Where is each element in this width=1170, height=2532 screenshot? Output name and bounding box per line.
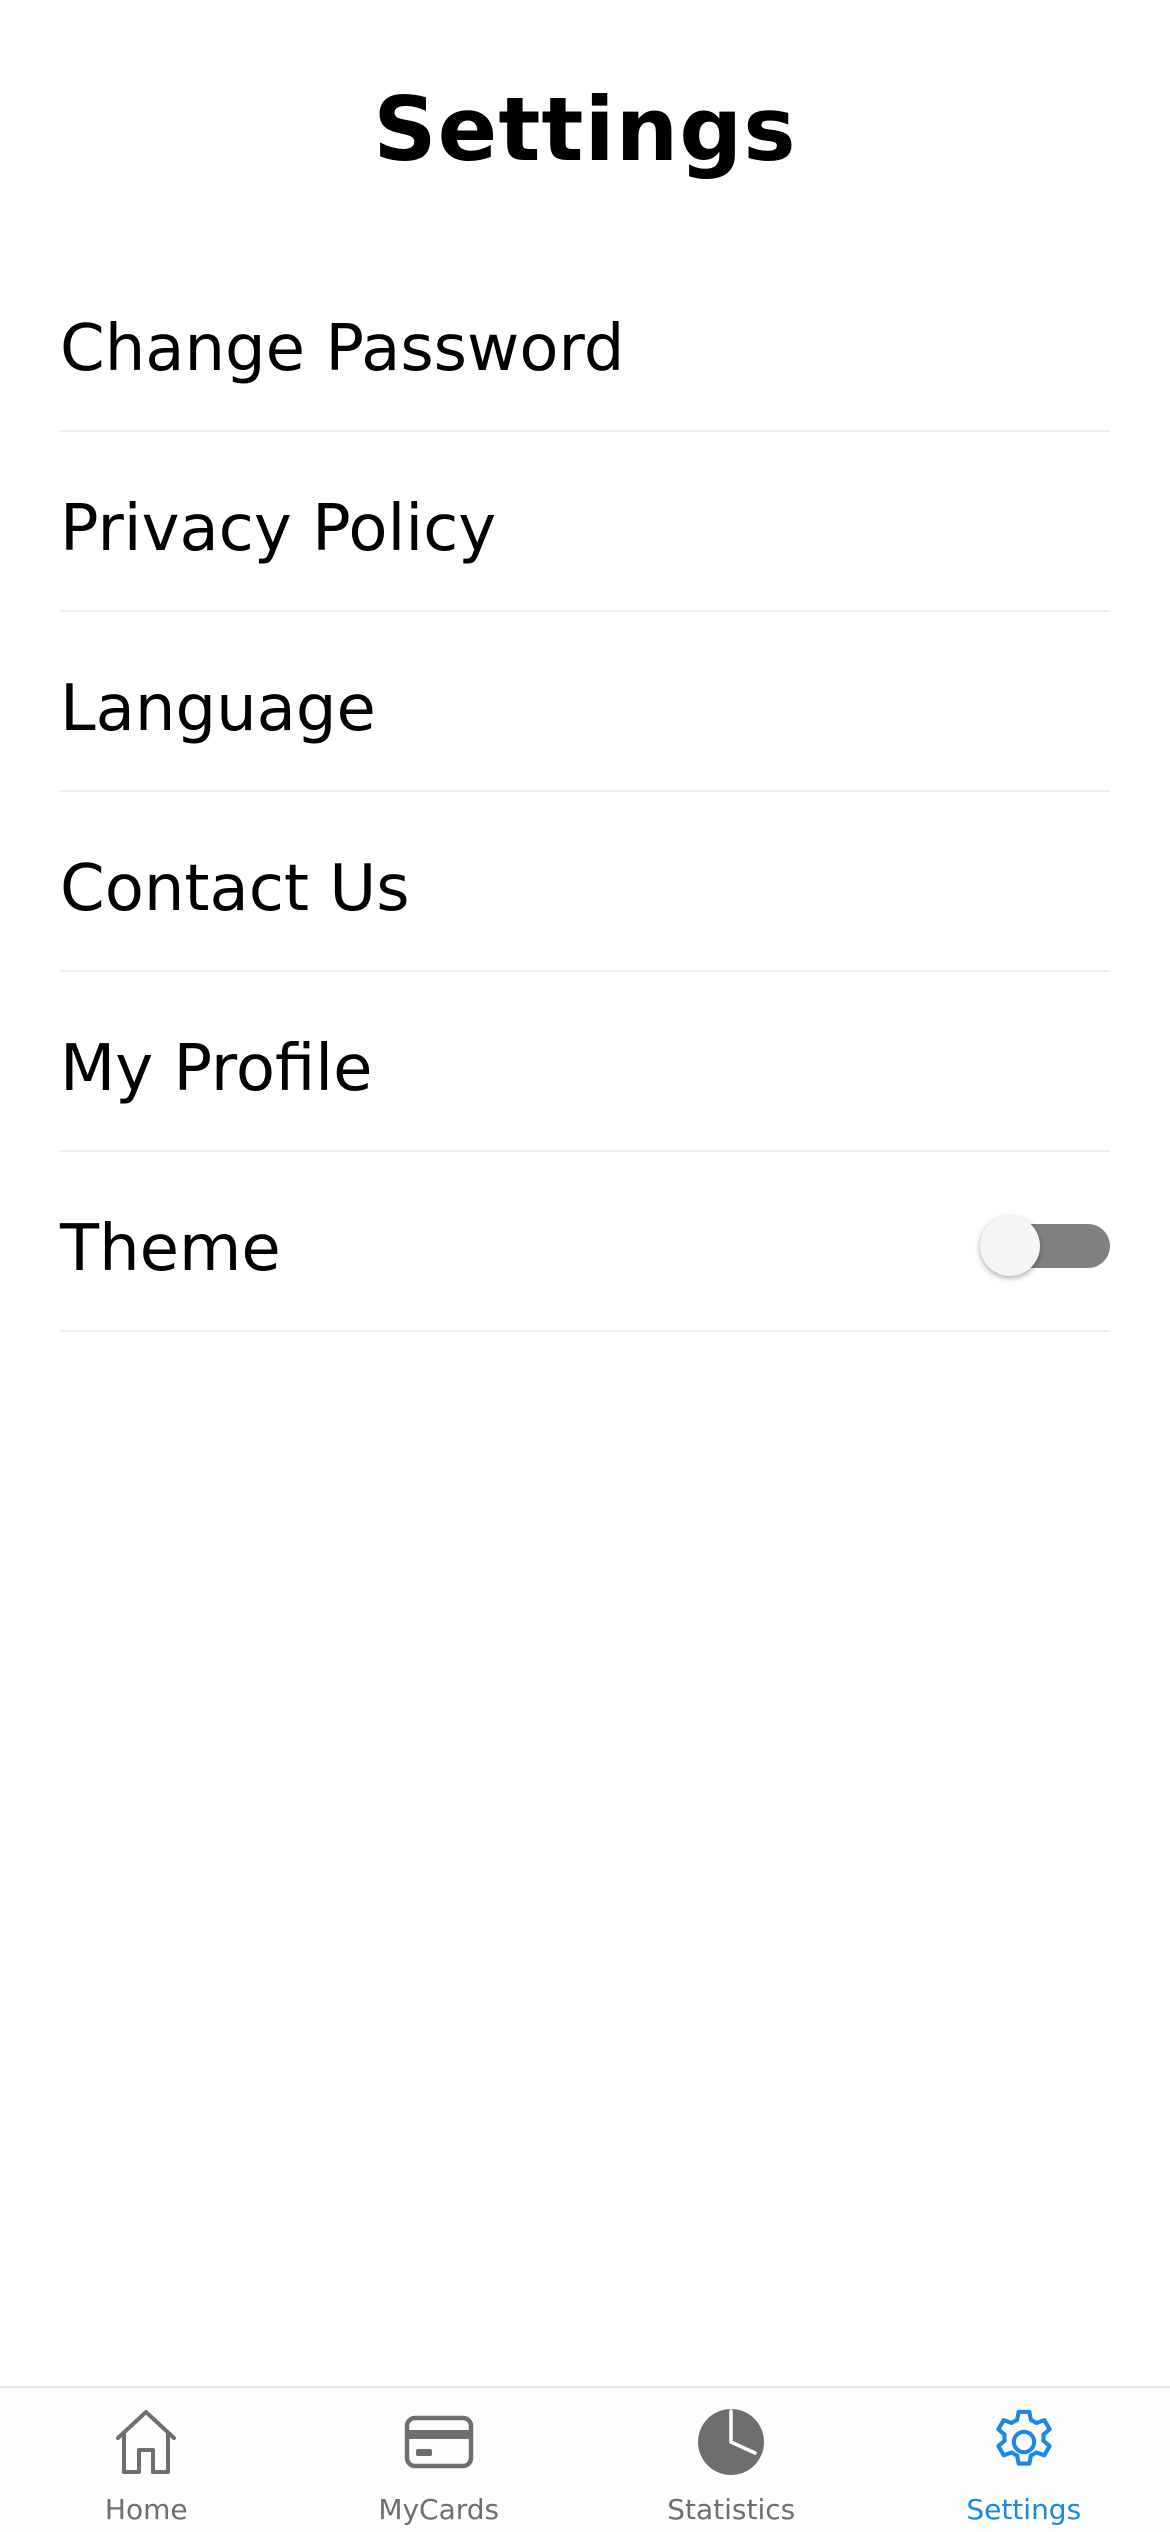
settings-item-my-profile[interactable]: My Profile [60, 972, 1110, 1152]
tab-label: Home [104, 2493, 188, 2526]
settings-item-contact-us[interactable]: Contact Us [60, 792, 1110, 972]
tab-mycards[interactable]: MyCards [293, 2388, 586, 2532]
settings-item-language[interactable]: Language [60, 612, 1110, 792]
card-icon [404, 2415, 473, 2469]
tab-label: MyCards [378, 2493, 500, 2526]
settings-list: Change Password Privacy Policy Language … [60, 252, 1110, 1332]
page-title: Settings [373, 78, 797, 181]
home-icon [116, 2410, 177, 2474]
tab-settings[interactable]: Settings [878, 2388, 1170, 2532]
gear-icon [996, 2409, 1052, 2466]
tab-statistics[interactable]: Statistics [585, 2388, 878, 2532]
settings-item-label: Privacy Policy [60, 492, 497, 566]
tab-home[interactable]: Home [0, 2388, 293, 2532]
pie-chart-icon [698, 2409, 765, 2475]
settings-item-privacy-policy[interactable]: Privacy Policy [60, 432, 1110, 612]
settings-item-label: Contact Us [60, 852, 410, 926]
tab-label: Statistics [667, 2493, 796, 2526]
tab-bar: Home MyCards Statistics Settings [0, 2386, 1170, 2532]
tab-label: Settings [966, 2493, 1082, 2526]
settings-item-label: Change Password [60, 312, 625, 386]
settings-item-change-password[interactable]: Change Password [60, 252, 1110, 432]
theme-toggle[interactable] [980, 1216, 1110, 1276]
settings-item-label: Theme [60, 1212, 281, 1286]
settings-item-label: Language [60, 672, 376, 746]
settings-screen: Settings Change Password Privacy Policy … [0, 0, 1170, 2532]
settings-item-label: My Profile [60, 1032, 373, 1106]
toggle-knob[interactable] [980, 1216, 1040, 1276]
settings-item-theme: Theme [60, 1152, 1110, 1332]
